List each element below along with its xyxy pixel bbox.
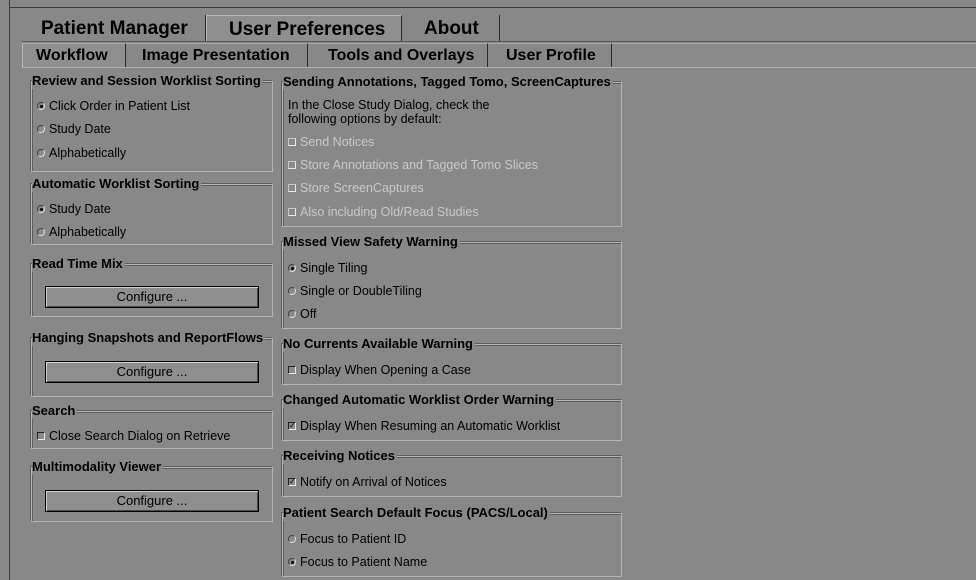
window-border-top <box>9 7 976 8</box>
review-sorting-group: Review and Session Worklist Sorting Clic… <box>31 73 273 172</box>
radio-icon <box>37 228 45 236</box>
content-top-divider <box>22 67 976 68</box>
option-label: Study Date <box>49 122 111 136</box>
auto-sorting-group: Automatic Worklist Sorting Study Date Al… <box>31 176 273 245</box>
option-label: Also including Old/Read Studies <box>300 205 479 219</box>
option-label: Study Date <box>49 202 111 216</box>
radio-icon <box>37 149 45 157</box>
checkbox-disabled-icon <box>288 138 296 146</box>
search-group: Search Close Search Dialog on Retrieve <box>31 403 273 449</box>
tab-tools-and-overlays[interactable]: Tools and Overlays <box>308 43 488 68</box>
search-title: Search <box>32 403 78 419</box>
receiving-notices-title: Receiving Notices <box>283 448 397 464</box>
changed-order-group: Changed Automatic Worklist Order Warning… <box>282 392 622 441</box>
option-label: Single or DoubleTiling <box>300 284 422 298</box>
radio-icon <box>288 310 296 318</box>
review-sorting-option[interactable]: Study Date <box>37 121 111 137</box>
multimodality-group: Multimodality Viewer Configure ... <box>31 459 273 522</box>
auto-sorting-option[interactable]: Alphabetically <box>37 224 126 240</box>
checkbox-unchecked-icon <box>288 366 296 374</box>
missed-view-group: Missed View Safety Warning Single Tiling… <box>282 234 622 329</box>
radio-selected-icon <box>288 264 296 272</box>
review-sorting-title: Review and Session Worklist Sorting <box>32 73 263 89</box>
missed-view-option[interactable]: Single or DoubleTiling <box>288 283 422 299</box>
include-old-studies-checkbox: Also including Old/Read Studies <box>288 204 479 220</box>
tab-user-profile[interactable]: User Profile <box>488 43 612 68</box>
checkbox-checked-icon: ✓ <box>288 421 296 430</box>
patient-search-option[interactable]: Focus to Patient ID <box>288 531 406 547</box>
radio-icon <box>37 125 45 133</box>
checkbox-checked-icon: ✓ <box>288 477 296 486</box>
option-label: Send Notices <box>300 135 375 149</box>
changed-order-title: Changed Automatic Worklist Order Warning <box>283 392 557 408</box>
checkbox-disabled-icon <box>288 184 296 192</box>
review-sorting-option[interactable]: Click Order in Patient List <box>37 98 190 114</box>
no-currents-group: No Currents Available Warning Display Wh… <box>282 336 622 385</box>
notify-on-arrival-checkbox[interactable]: ✓ Notify on Arrival of Notices <box>288 474 447 490</box>
missed-view-option[interactable]: Off <box>288 306 316 322</box>
read-time-mix-title: Read Time Mix <box>32 256 125 272</box>
main-tab-divider <box>22 41 976 42</box>
auto-sorting-title: Automatic Worklist Sorting <box>32 176 202 192</box>
main-tab-bar: Patient Manager User Preferences About <box>22 15 500 42</box>
receiving-notices-group: Receiving Notices ✓ Notify on Arrival of … <box>282 448 622 497</box>
sending-annotations-desc-line2: following options by default: <box>288 112 442 126</box>
hanging-snapshots-configure-button[interactable]: Configure ... <box>45 361 259 383</box>
patient-search-option[interactable]: Focus to Patient Name <box>288 554 427 570</box>
option-label: Alphabetically <box>49 225 127 239</box>
option-label: Close Search Dialog on Retrieve <box>49 429 231 443</box>
display-when-resuming-checkbox[interactable]: ✓ Display When Resuming an Automatic Work… <box>288 418 560 434</box>
option-label: Off <box>300 307 317 321</box>
store-annotations-checkbox: Store Annotations and Tagged Tomo Slices <box>288 157 538 173</box>
no-currents-title: No Currents Available Warning <box>283 336 475 352</box>
hanging-snapshots-title: Hanging Snapshots and ReportFlows <box>32 330 266 346</box>
auto-sorting-option[interactable]: Study Date <box>37 201 111 217</box>
sending-annotations-title: Sending Annotations, Tagged Tomo, Screen… <box>283 74 613 90</box>
sending-annotations-group: Sending Annotations, Tagged Tomo, Screen… <box>282 74 622 227</box>
window-border-left <box>9 0 10 580</box>
read-time-mix-configure-button[interactable]: Configure ... <box>45 286 259 308</box>
radio-icon <box>288 287 296 295</box>
tab-patient-manager[interactable]: Patient Manager <box>22 15 206 42</box>
multimodality-title: Multimodality Viewer <box>32 459 164 475</box>
hanging-snapshots-group: Hanging Snapshots and ReportFlows Config… <box>31 330 273 397</box>
option-label: Display When Resuming an Automatic Workl… <box>300 419 561 433</box>
sub-tab-fill <box>612 43 976 68</box>
tab-image-presentation[interactable]: Image Presentation <box>126 43 308 68</box>
tab-about[interactable]: About <box>402 15 500 42</box>
sub-tab-bar: Workflow Image Presentation Tools and Ov… <box>22 43 612 68</box>
patient-search-group: Patient Search Default Focus (PACS/Local… <box>282 505 622 577</box>
close-search-dialog-checkbox[interactable]: Close Search Dialog on Retrieve <box>37 428 230 444</box>
preferences-window: Patient Manager User Preferences About W… <box>0 0 976 580</box>
radio-selected-icon <box>37 205 45 213</box>
option-label: Click Order in Patient List <box>49 99 191 113</box>
send-notices-checkbox: Send Notices <box>288 134 374 150</box>
display-when-opening-checkbox[interactable]: Display When Opening a Case <box>288 362 471 378</box>
read-time-mix-group: Read Time Mix Configure ... <box>31 256 273 317</box>
option-label: Display When Opening a Case <box>300 363 471 377</box>
option-label: Store ScreenCaptures <box>300 181 424 195</box>
option-label: Notify on Arrival of Notices <box>300 475 447 489</box>
option-label: Single Tiling <box>300 261 368 275</box>
multimodality-configure-button[interactable]: Configure ... <box>45 490 259 512</box>
sending-annotations-desc-line1: In the Close Study Dialog, check the <box>288 98 490 112</box>
radio-selected-icon <box>37 102 45 110</box>
tab-user-preferences[interactable]: User Preferences <box>206 15 402 42</box>
option-label: Store Annotations and Tagged Tomo Slices <box>300 158 538 172</box>
option-label: Focus to Patient ID <box>300 532 407 546</box>
missed-view-title: Missed View Safety Warning <box>283 234 460 250</box>
checkbox-unchecked-icon <box>37 432 45 440</box>
store-screencaptures-checkbox: Store ScreenCaptures <box>288 180 424 196</box>
checkbox-disabled-icon <box>288 161 296 169</box>
radio-selected-icon <box>288 558 296 566</box>
option-label: Focus to Patient Name <box>300 555 428 569</box>
radio-icon <box>288 535 296 543</box>
review-sorting-option[interactable]: Alphabetically <box>37 145 126 161</box>
missed-view-option[interactable]: Single Tiling <box>288 260 367 276</box>
option-label: Alphabetically <box>49 146 127 160</box>
checkbox-disabled-icon <box>288 208 296 216</box>
patient-search-title: Patient Search Default Focus (PACS/Local… <box>283 505 550 521</box>
tab-workflow[interactable]: Workflow <box>22 43 126 68</box>
